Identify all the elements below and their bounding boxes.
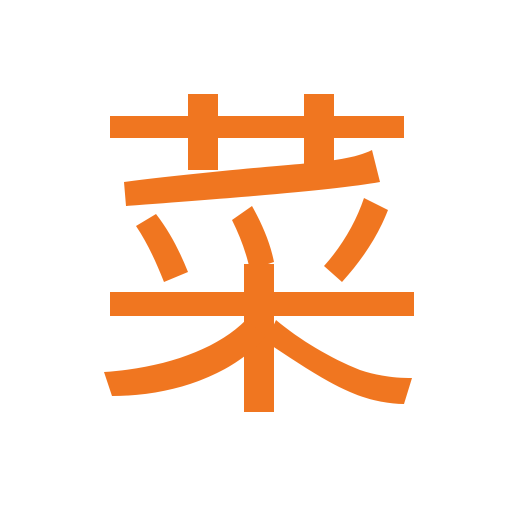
glyph-stroke-middle-dot <box>232 206 274 270</box>
glyph-stroke-upper-sweep <box>124 150 380 206</box>
glyph-stroke-left-dot <box>136 214 188 282</box>
glyph-stroke-left-post <box>188 94 218 170</box>
glyph-stroke-left-sweep <box>104 320 266 396</box>
glyph-stroke-right-sweep <box>266 320 412 404</box>
glyph-stroke-right-post <box>304 94 334 170</box>
cai-glyph-icon <box>104 94 414 412</box>
app-icon <box>0 0 512 512</box>
glyph-stroke-right-dot <box>324 198 388 282</box>
glyph-stroke-top-bar <box>110 116 404 138</box>
